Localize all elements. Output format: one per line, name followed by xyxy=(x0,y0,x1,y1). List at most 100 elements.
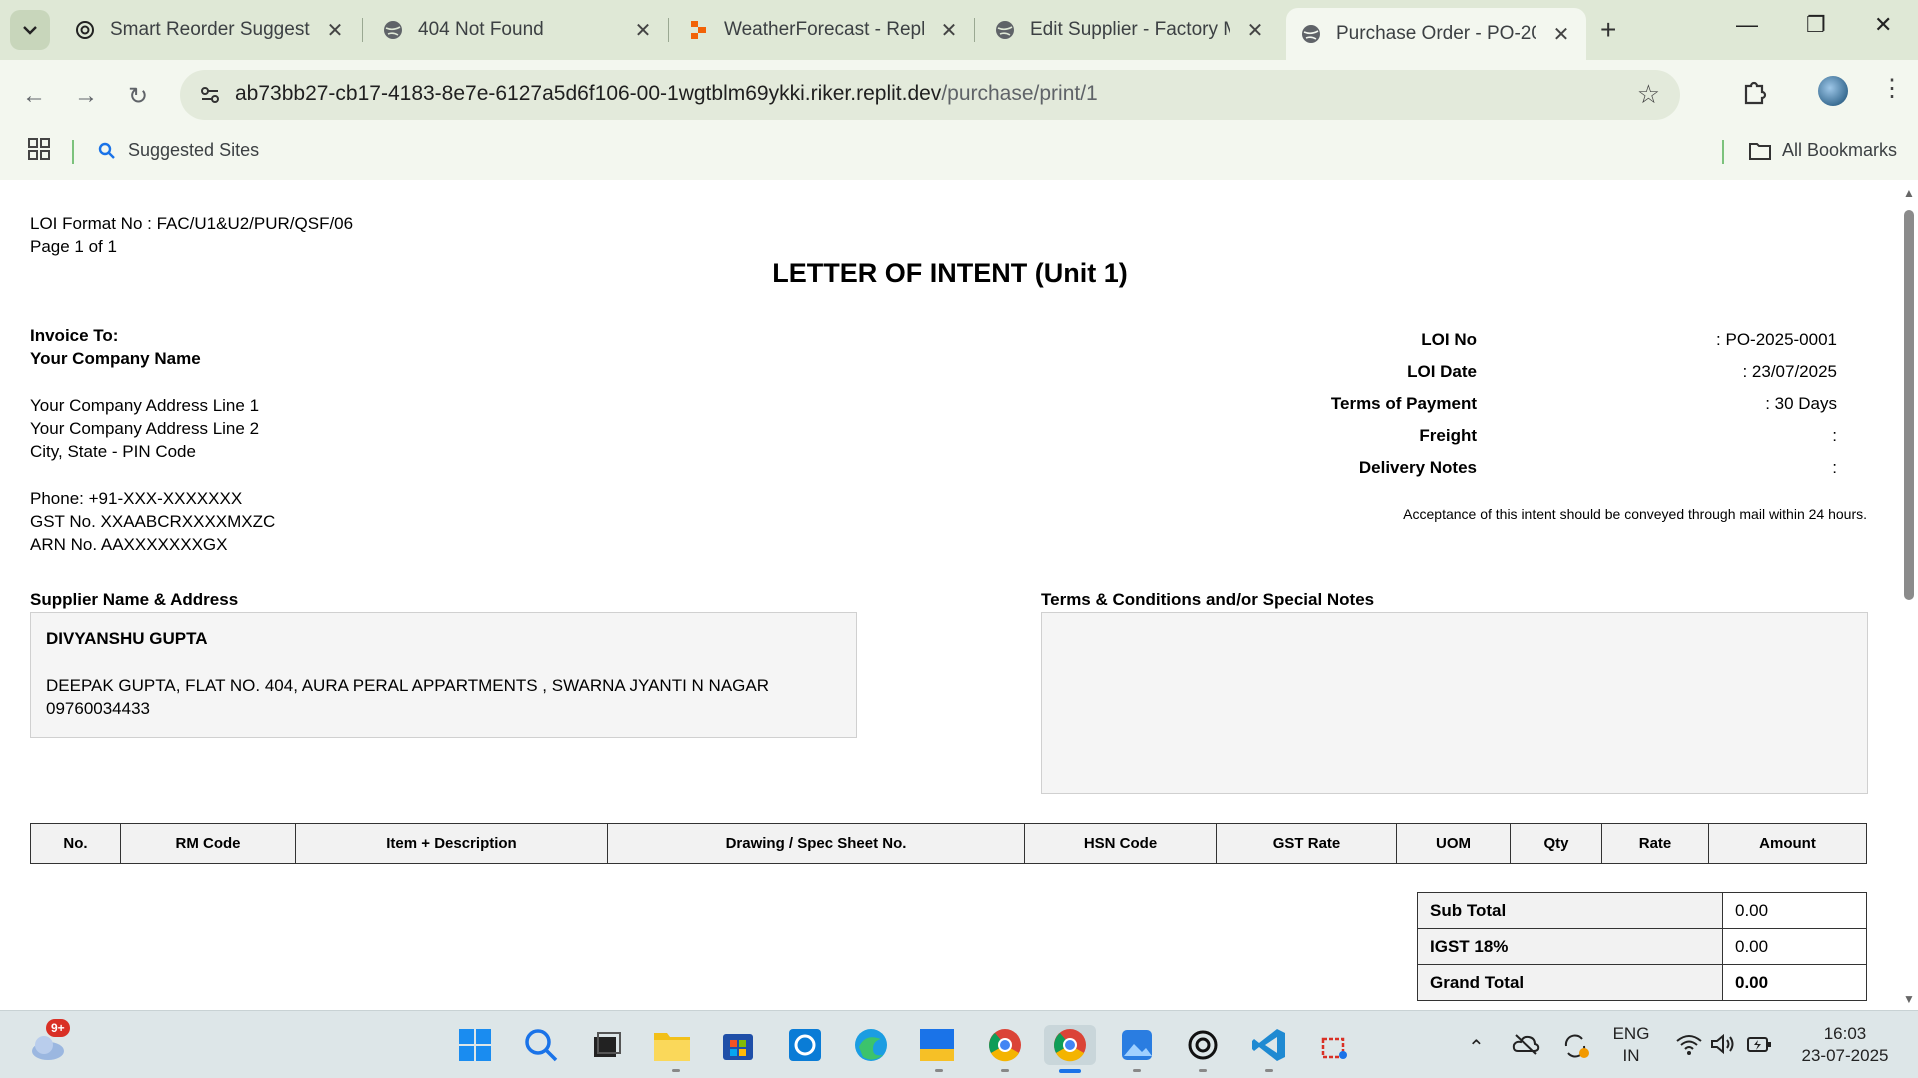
tab-weather-replit[interactable]: WeatherForecast - Replit ✕ xyxy=(674,8,974,52)
app-window-icon[interactable] xyxy=(917,1025,957,1065)
url-path: /purchase/print/1 xyxy=(941,82,1098,105)
tab-title: Purchase Order - PO-202 xyxy=(1336,23,1536,44)
suggested-sites-label: Suggested Sites xyxy=(128,140,260,160)
all-bookmarks-button[interactable]: All Bookmarks xyxy=(1748,140,1897,161)
reload-button[interactable]: ↻ xyxy=(128,82,148,111)
address-bar[interactable]: ab73bb27-cb17-4183-8e7e-6127a5d6f106-00-… xyxy=(180,70,1680,120)
meta-label: LOI No xyxy=(1421,330,1477,349)
back-button[interactable]: ← xyxy=(22,82,46,110)
url-text: ab73bb27-cb17-4183-8e7e-6127a5d6f106-00-… xyxy=(235,82,1098,106)
supplier-phone: 09760034433 xyxy=(46,699,151,718)
battery-icon[interactable] xyxy=(1746,1033,1772,1060)
new-tab-button[interactable]: + xyxy=(1600,14,1616,46)
running-indicator xyxy=(935,1069,943,1072)
volume-icon[interactable] xyxy=(1710,1033,1736,1060)
tab-purchase-order[interactable]: Purchase Order - PO-202 ✕ xyxy=(1286,8,1586,60)
tab-divider xyxy=(362,18,363,42)
region-code: IN xyxy=(1622,1046,1640,1065)
restore-button[interactable]: ❐ xyxy=(1806,12,1826,38)
col-drawing-spec: Drawing / Spec Sheet No. xyxy=(607,823,1025,864)
tab-search-button[interactable] xyxy=(10,10,50,50)
photos-icon[interactable] xyxy=(1117,1025,1157,1065)
close-icon[interactable]: ✕ xyxy=(1244,18,1266,43)
tab-title: 404 Not Found xyxy=(418,19,544,40)
chrome-profile-icon[interactable] xyxy=(985,1025,1025,1065)
running-indicator xyxy=(1199,1069,1207,1072)
vscode-icon[interactable] xyxy=(1249,1025,1289,1065)
tab-smart-reorder[interactable]: Smart Reorder Suggestio ✕ xyxy=(60,8,360,52)
meta-value: : PO-2025-0001 xyxy=(1716,330,1837,349)
company-arn: ARN No. AAXXXXXXXGX xyxy=(30,535,228,554)
col-amount: Amount xyxy=(1708,823,1867,864)
meta-value: : xyxy=(1832,426,1837,445)
suggested-sites-bookmark[interactable]: Suggested Sites xyxy=(98,140,259,161)
minimize-button[interactable]: — xyxy=(1736,12,1758,38)
meta-row-terms-of-payment: Terms of Payment : 30 Days xyxy=(0,394,1900,418)
file-explorer-icon[interactable] xyxy=(652,1025,692,1065)
close-window-button[interactable]: ✕ xyxy=(1874,12,1892,38)
document-title: LETTER OF INTENT (Unit 1) xyxy=(772,258,1128,288)
cortana-icon[interactable] xyxy=(785,1025,825,1065)
menu-kebab-icon[interactable]: ⋮ xyxy=(1880,74,1904,103)
openai-icon xyxy=(74,19,96,41)
meta-value: : 30 Days xyxy=(1765,394,1837,413)
extensions-icon[interactable] xyxy=(1740,78,1768,111)
grand-total-value: 0.00 xyxy=(1722,964,1867,1001)
close-icon[interactable]: ✕ xyxy=(938,18,960,43)
meta-value: : 23/07/2025 xyxy=(1742,362,1837,381)
bookmark-divider xyxy=(1722,140,1724,164)
tab-404[interactable]: 404 Not Found ✕ xyxy=(368,8,668,52)
supplier-address: DEEPAK GUPTA, FLAT NO. 404, AURA PERAL A… xyxy=(46,676,769,695)
scroll-down-icon[interactable]: ▼ xyxy=(1903,992,1915,1006)
running-indicator xyxy=(1133,1069,1141,1072)
forward-button[interactable]: → xyxy=(74,82,98,110)
language-code: ENG xyxy=(1612,1024,1650,1043)
col-uom: UOM xyxy=(1396,823,1511,864)
tab-title: Edit Supplier - Factory M xyxy=(1030,19,1230,40)
col-gst-rate: GST Rate xyxy=(1216,823,1397,864)
running-indicator xyxy=(1265,1069,1273,1072)
site-info-icon[interactable] xyxy=(198,83,222,112)
meta-label: Freight xyxy=(1419,426,1477,445)
wifi-icon[interactable] xyxy=(1676,1033,1702,1060)
scroll-up-icon[interactable]: ▲ xyxy=(1903,186,1915,200)
url-host: ab73bb27-cb17-4183-8e7e-6127a5d6f106-00-… xyxy=(235,82,942,105)
onedrive-offline-icon[interactable] xyxy=(1512,1033,1540,1060)
chevron-down-icon xyxy=(23,26,37,35)
close-icon[interactable]: ✕ xyxy=(1550,22,1572,47)
scrollbar-thumb[interactable] xyxy=(1904,210,1914,600)
microsoft-store-icon[interactable] xyxy=(718,1025,758,1065)
profile-avatar[interactable] xyxy=(1818,76,1848,106)
col-rm-code: RM Code xyxy=(120,823,296,864)
page-scrollbar[interactable]: ▲ ▼ xyxy=(1900,180,1918,1010)
meta-label: Delivery Notes xyxy=(1358,458,1477,477)
subtotal-label: Sub Total xyxy=(1417,892,1723,929)
close-icon[interactable]: ✕ xyxy=(324,18,346,43)
tab-title: Smart Reorder Suggestio xyxy=(110,19,310,40)
tab-divider xyxy=(974,18,975,42)
supplier-box: DIVYANSHU GUPTA DEEPAK GUPTA, FLAT NO. 4… xyxy=(30,612,857,738)
close-icon[interactable]: ✕ xyxy=(632,18,654,43)
chrome-active-icon[interactable] xyxy=(1044,1025,1096,1065)
search-icon[interactable] xyxy=(521,1025,561,1065)
totals-row: Grand Total 0.00 xyxy=(1417,964,1867,1001)
company-phone: Phone: +91-XXX-XXXXXXX xyxy=(30,489,243,508)
meta-row-loi-no: LOI No : PO-2025-0001 xyxy=(0,330,1900,354)
bookmark-star-icon[interactable]: ☆ xyxy=(1637,79,1660,110)
search-icon xyxy=(98,142,115,159)
snipping-tool-icon[interactable] xyxy=(1315,1025,1355,1065)
clock[interactable]: 16:03 23-07-2025 xyxy=(1790,1023,1900,1067)
apps-grid-icon[interactable] xyxy=(28,138,50,165)
windows-start-icon[interactable] xyxy=(455,1025,495,1065)
col-rate: Rate xyxy=(1601,823,1709,864)
tab-divider xyxy=(668,18,669,42)
chevron-up-icon[interactable]: ⌃ xyxy=(1468,1035,1485,1060)
task-view-icon[interactable] xyxy=(586,1025,626,1065)
tab-edit-supplier[interactable]: Edit Supplier - Factory M ✕ xyxy=(980,8,1280,52)
tab-strip: Smart Reorder Suggestio ✕ 404 Not Found … xyxy=(0,0,1918,60)
sync-icon[interactable] xyxy=(1562,1033,1590,1064)
edge-browser-icon[interactable] xyxy=(851,1025,891,1065)
language-indicator[interactable]: ENG IN xyxy=(1604,1023,1658,1067)
col-qty: Qty xyxy=(1510,823,1602,864)
chatgpt-icon[interactable] xyxy=(1183,1025,1223,1065)
